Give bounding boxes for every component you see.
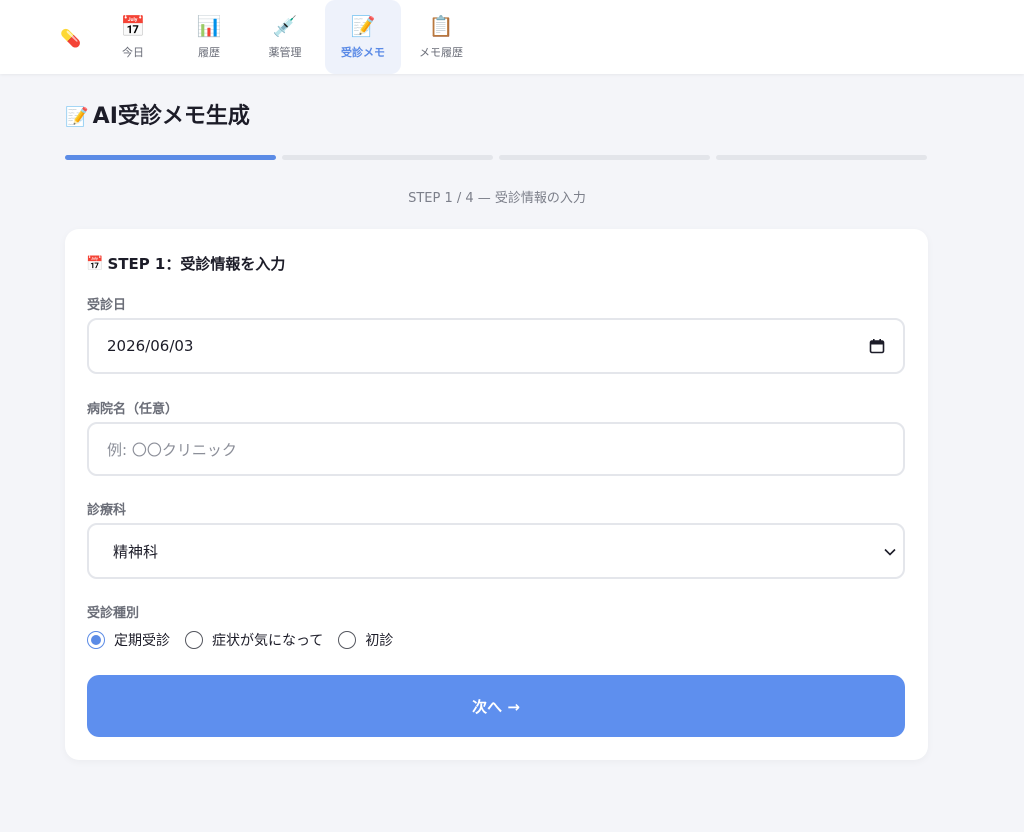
- clipboard-icon: 📋: [428, 14, 454, 38]
- hospital-input[interactable]: 例: 〇〇クリニック: [87, 422, 905, 476]
- tab-medication-label: 薬管理: [268, 46, 302, 59]
- visit-type-radio-group: 定期受診 症状が気になって 初診: [87, 628, 408, 652]
- radio-dot[interactable]: [338, 631, 357, 649]
- department-value: 精神科: [113, 542, 159, 561]
- step-caption: STEP 1 / 4 — 受診情報の入力: [408, 191, 586, 206]
- tab-history[interactable]: 📊 履歴: [171, 0, 247, 74]
- page-title-text: AI受診メモ生成: [92, 104, 250, 129]
- progress-step-2: [282, 155, 493, 160]
- progress-step-3: [499, 155, 710, 160]
- pill-icon[interactable]: 💊: [60, 28, 82, 50]
- radio-symptom-concern[interactable]: 症状が気になって: [185, 630, 323, 650]
- progress-step-1: [65, 155, 276, 160]
- bar-chart-icon: 📊: [196, 14, 222, 38]
- radio-label: 症状が気になって: [212, 633, 324, 649]
- tab-medication[interactable]: 💉 薬管理: [247, 0, 323, 74]
- page-title: 📝 AI受診メモ生成: [65, 101, 250, 133]
- tab-memo-history-label: メモ履歴: [419, 46, 463, 59]
- visit-date-label: 受診日: [87, 298, 127, 313]
- top-navigation: 💊 📅 今日 📊 履歴 💉 薬管理 📝 受診メモ 📋 メモ履歴: [0, 0, 1024, 74]
- visit-date-input[interactable]: 2026/06/03: [87, 318, 905, 374]
- department-select[interactable]: 精神科: [87, 523, 905, 579]
- syringe-icon: 💉: [272, 14, 298, 38]
- radio-label: 初診: [365, 633, 394, 649]
- tab-today[interactable]: 📅 今日: [95, 0, 171, 74]
- chevron-down-icon: [884, 548, 896, 556]
- tab-visit-memo-label: 受診メモ: [341, 46, 385, 59]
- department-label: 診療科: [87, 503, 127, 518]
- card-title: 📅 STEP 1：受診情報を入力: [86, 253, 285, 274]
- radio-label: 定期受診: [114, 633, 170, 649]
- hospital-label: 病院名（任意）: [87, 402, 179, 417]
- next-button[interactable]: 次へ →: [87, 675, 905, 737]
- visit-date-value: 2026/06/03: [107, 337, 194, 355]
- tab-history-label: 履歴: [198, 46, 220, 59]
- radio-first-visit[interactable]: 初診: [338, 630, 393, 650]
- memo-icon: 📝: [65, 106, 89, 128]
- progress-step-4: [716, 155, 927, 160]
- radio-dot[interactable]: [185, 631, 203, 649]
- memo-icon: 📝: [350, 14, 376, 38]
- calendar-picker-icon[interactable]: [869, 338, 885, 354]
- visit-info-card: 📅 STEP 1：受診情報を入力 受診日 2026/06/03 病院名（任意） …: [65, 229, 928, 760]
- calendar-icon: 📅: [86, 255, 104, 272]
- hospital-placeholder: 例: 〇〇クリニック: [107, 440, 237, 459]
- calendar-icon: 📅: [120, 14, 146, 38]
- tab-today-label: 今日: [122, 46, 144, 59]
- tab-memo-history[interactable]: 📋 メモ履歴: [403, 0, 479, 74]
- radio-regular-visit[interactable]: 定期受診: [87, 630, 170, 650]
- tab-visit-memo[interactable]: 📝 受診メモ: [325, 0, 401, 74]
- card-title-text: STEP 1：受診情報を入力: [107, 255, 286, 273]
- radio-dot[interactable]: [87, 631, 105, 649]
- visit-type-label: 受診種別: [87, 606, 140, 621]
